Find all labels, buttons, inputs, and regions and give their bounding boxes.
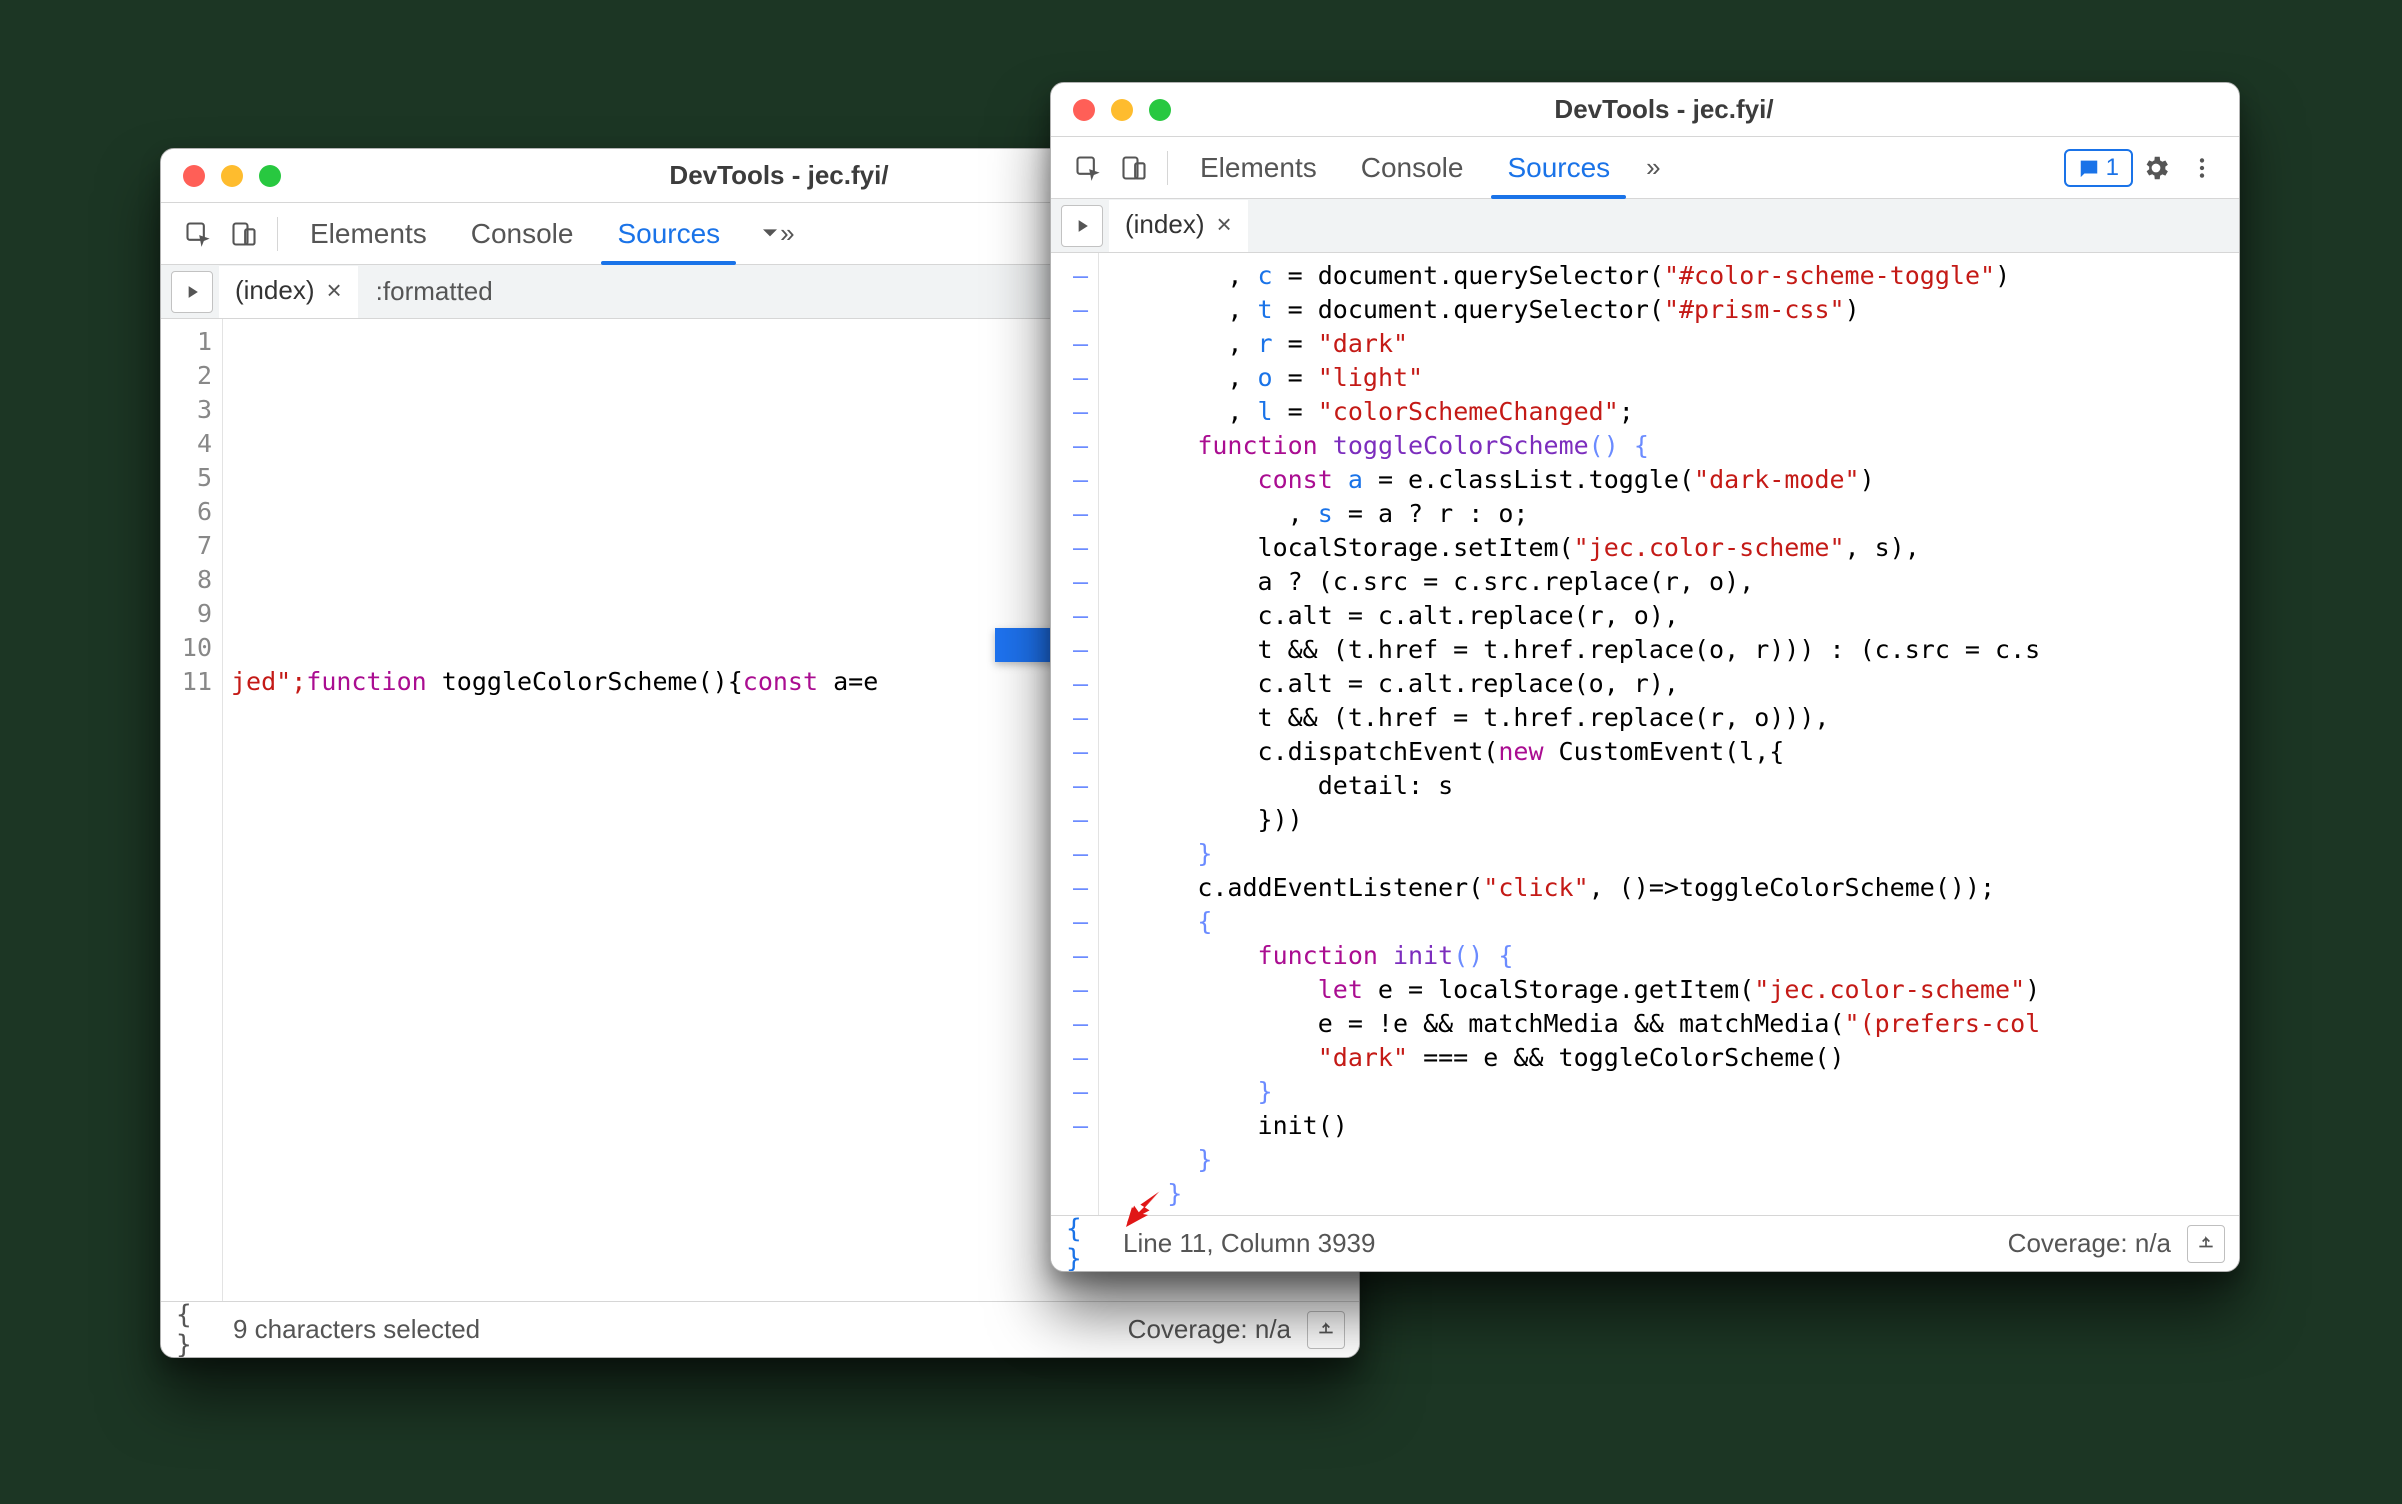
- filetab-label: (index): [1125, 209, 1204, 240]
- line-gutter: 1234567891011: [161, 319, 223, 1301]
- show-navigator-icon[interactable]: [1061, 205, 1103, 247]
- code-editor[interactable]: –––––––––––––––––––––––––– , c = documen…: [1051, 253, 2239, 1215]
- tab-elements[interactable]: Elements: [1178, 138, 1339, 198]
- close-filetab-icon[interactable]: ×: [326, 275, 341, 306]
- statusbar: { } Line 11, Column 3939 Coverage: n/a: [1051, 1215, 2239, 1271]
- coverage-label: Coverage: n/a: [1128, 1314, 1291, 1345]
- filetab-formatted-label: :formatted: [364, 276, 505, 307]
- separator: [1167, 151, 1168, 185]
- tab-sources[interactable]: Sources: [1485, 138, 1632, 198]
- tab-console[interactable]: Console: [1339, 138, 1486, 198]
- devtools-window-right: DevTools - jec.fyi/ Elements Console Sou…: [1050, 82, 2240, 1272]
- settings-icon[interactable]: [2133, 145, 2179, 191]
- coverage-label: Coverage: n/a: [2008, 1228, 2171, 1259]
- more-tabs-button[interactable]: »: [742, 204, 808, 264]
- tab-sources[interactable]: Sources: [595, 204, 742, 264]
- show-navigator-icon[interactable]: [171, 271, 213, 313]
- pretty-print-button[interactable]: { }: [1065, 1223, 1107, 1265]
- pretty-print-button[interactable]: { }: [175, 1309, 217, 1351]
- coverage-toggle-icon[interactable]: [2187, 1225, 2225, 1263]
- devtools-tabstrip: Elements Console Sources » 1: [1051, 137, 2239, 199]
- filetab-index[interactable]: (index) ×: [1109, 200, 1248, 252]
- coverage-toggle-icon[interactable]: [1307, 1311, 1345, 1349]
- kebab-menu-icon[interactable]: [2179, 145, 2225, 191]
- code-area[interactable]: , c = document.querySelector("#color-sch…: [1099, 253, 2239, 1215]
- status-text: 9 characters selected: [233, 1314, 480, 1345]
- tab-console[interactable]: Console: [449, 204, 596, 264]
- close-window-icon[interactable]: [183, 165, 205, 187]
- window-title: DevTools - jec.fyi/: [1111, 94, 2217, 125]
- status-text: Line 11, Column 3939: [1123, 1228, 1375, 1259]
- inspect-element-icon[interactable]: [1065, 145, 1111, 191]
- file-tabbar: (index) ×: [1051, 199, 2239, 253]
- line-gutter: ––––––––––––––––––––––––––: [1051, 253, 1099, 1215]
- device-toolbar-icon[interactable]: [221, 211, 267, 257]
- close-window-icon[interactable]: [1073, 99, 1095, 121]
- close-filetab-icon[interactable]: ×: [1216, 209, 1231, 240]
- filetab-index[interactable]: (index) ×: [219, 266, 358, 318]
- separator: [277, 217, 278, 251]
- more-tabs-button[interactable]: »: [1632, 138, 1674, 198]
- inspect-element-icon[interactable]: [175, 211, 221, 257]
- device-toolbar-icon[interactable]: [1111, 145, 1157, 191]
- tab-elements[interactable]: Elements: [288, 204, 449, 264]
- issues-count: 1: [2106, 154, 2119, 182]
- filetab-label: (index): [235, 275, 314, 306]
- titlebar: DevTools - jec.fyi/: [1051, 83, 2239, 137]
- issues-badge[interactable]: 1: [2064, 149, 2133, 187]
- statusbar: { } 9 characters selected Coverage: n/a: [161, 1301, 1359, 1357]
